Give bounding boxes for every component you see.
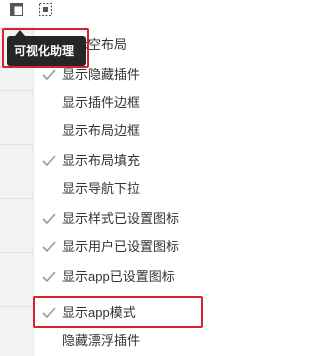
menu-item[interactable]: 显示用户已设置图标: [34, 232, 204, 262]
menu-item-label: 显示布局填充: [62, 153, 141, 168]
check-icon: [42, 212, 56, 225]
menu-item-label: 显示导航下拉: [62, 181, 141, 196]
divider: [0, 90, 33, 91]
menu-item[interactable]: 显示布局填充: [34, 146, 204, 176]
check-icon: [42, 270, 56, 283]
highlight-box-tooltip: [2, 28, 89, 68]
menu-item[interactable]: 显示app已设置图标: [34, 262, 204, 292]
menu-item-label: 显示隐藏插件: [62, 67, 141, 82]
divider: [0, 252, 33, 253]
menu-item[interactable]: 隐藏漂浮插件: [34, 326, 204, 356]
menu-item[interactable]: 显示样式已设置图标: [34, 204, 204, 234]
menu-item-label: 显示插件边框: [62, 95, 141, 110]
menu-item[interactable]: 显示插件边框: [34, 88, 204, 118]
toolbar: [0, 0, 203, 26]
menu-item-label: 显示app已设置图标: [62, 269, 175, 284]
background-panel: [0, 26, 33, 356]
menu-item-label: 隐藏漂浮插件: [62, 333, 141, 348]
menu-item-label: 显示样式已设置图标: [62, 211, 180, 226]
menu-item[interactable]: 显示布局边框: [34, 116, 204, 146]
layout-panel-icon[interactable]: [10, 3, 23, 16]
divider: [0, 198, 33, 199]
menu-item-label: 显示用户已设置图标: [62, 239, 180, 254]
highlight-box-app-mode: [33, 296, 203, 328]
menu-item[interactable]: 显示导航下拉: [34, 174, 204, 204]
divider: [0, 144, 33, 145]
divider: [0, 306, 33, 307]
visual-assistant-icon[interactable]: [39, 3, 52, 16]
menu-item-label: 显示布局边框: [62, 123, 141, 138]
check-icon: [42, 240, 56, 253]
check-icon: [42, 154, 56, 167]
check-icon: [42, 68, 56, 81]
